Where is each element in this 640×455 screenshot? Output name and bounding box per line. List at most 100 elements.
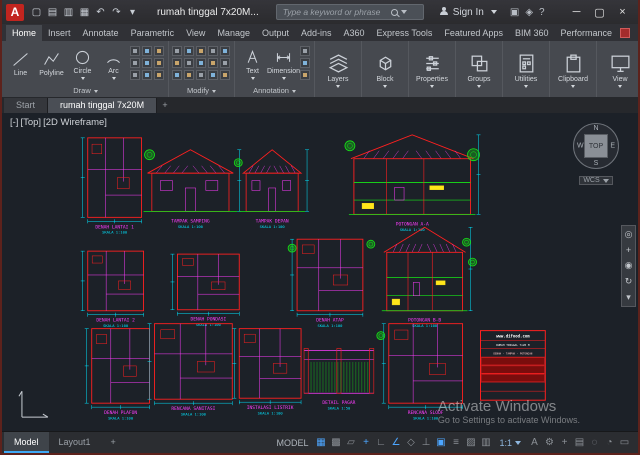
viewport-control-minimize[interactable]: [-] bbox=[10, 117, 18, 128]
drawing-tree[interactable] bbox=[367, 240, 375, 248]
layout-tab-[interactable]: + bbox=[101, 432, 126, 453]
statusbar-isometric-drafting[interactable]: ◇ bbox=[403, 437, 418, 448]
viewport-control-view[interactable]: [Top] bbox=[20, 117, 41, 128]
window-maximize-button[interactable]: ▢ bbox=[588, 3, 611, 21]
ribbon-tab-insert[interactable]: Insert bbox=[42, 25, 77, 41]
viewport-control-visual-style[interactable]: [2D Wireframe] bbox=[43, 117, 107, 128]
compass-south-label[interactable]: S bbox=[594, 160, 599, 167]
ribbon-tab-featured-apps[interactable]: Featured Apps bbox=[438, 25, 509, 41]
panel-label-draw[interactable]: Draw bbox=[6, 85, 165, 97]
qat-open-button[interactable]: ▤ bbox=[45, 4, 60, 20]
small-tool[interactable] bbox=[220, 70, 230, 80]
ribbon-tab-performance[interactable]: Performance bbox=[554, 25, 618, 41]
small-tool[interactable] bbox=[220, 58, 230, 68]
drawing-tree[interactable] bbox=[468, 149, 480, 161]
drawing-tree[interactable] bbox=[377, 332, 385, 340]
small-tool[interactable] bbox=[300, 58, 310, 68]
small-tool[interactable] bbox=[130, 46, 140, 56]
statusbar-snap-mode[interactable]: ▩ bbox=[328, 437, 343, 448]
ribbon-tab-output[interactable]: Output bbox=[256, 25, 295, 41]
ribbon-button-block[interactable]: Block bbox=[365, 51, 405, 88]
ribbon-button-polyline[interactable]: Polyline bbox=[37, 49, 66, 78]
ribbon-button-clipboard[interactable]: Clipboard bbox=[553, 51, 593, 88]
ribbon-button-arc[interactable]: Arc bbox=[99, 47, 128, 80]
small-tool[interactable] bbox=[196, 46, 206, 56]
statusbar-infer-constraints[interactable]: ▱ bbox=[343, 437, 358, 448]
statusbar-lineweight[interactable]: ≡ bbox=[448, 437, 463, 448]
drawing-cluster-plan[interactable]: DENAH PONDASISKALA 1:100 bbox=[170, 254, 239, 327]
layout-tab-model[interactable]: Model bbox=[4, 432, 49, 453]
small-tool[interactable] bbox=[154, 58, 164, 68]
ribbon-tab-add-ins[interactable]: Add-ins bbox=[295, 25, 338, 41]
search-icon[interactable] bbox=[391, 9, 398, 16]
small-tool[interactable] bbox=[208, 70, 218, 80]
ribbon-tab-express-tools[interactable]: Express Tools bbox=[371, 25, 439, 41]
small-tool[interactable] bbox=[154, 46, 164, 56]
statusbar-quick-properties[interactable]: ▤ bbox=[572, 437, 587, 448]
drawing-title-block[interactable]: www.difood.comRUMAH TINGGAL 7x20 MDENAH … bbox=[480, 331, 545, 401]
small-tool[interactable] bbox=[142, 70, 152, 80]
drawing-tree[interactable] bbox=[345, 141, 355, 151]
stay-connected-icon[interactable]: ◈ bbox=[525, 7, 533, 18]
ribbon-button-text[interactable]: Text bbox=[238, 47, 267, 80]
search-input[interactable] bbox=[281, 6, 389, 18]
drawing-cluster-plan[interactable]: RENCANA SLOOFSKALA 1:100 bbox=[382, 324, 463, 421]
drawing-tree[interactable] bbox=[234, 159, 242, 167]
file-tab-start[interactable]: Start bbox=[4, 98, 48, 113]
small-tool[interactable] bbox=[142, 58, 152, 68]
window-close-button[interactable]: × bbox=[611, 3, 634, 21]
small-tool[interactable] bbox=[130, 70, 140, 80]
model-space-button[interactable]: MODEL bbox=[276, 438, 308, 448]
ribbon-tab-home[interactable]: Home bbox=[6, 25, 42, 41]
viewcube-compass[interactable]: N E S W TOP bbox=[573, 123, 619, 169]
ribbon-tab-a360[interactable]: A360 bbox=[338, 25, 371, 41]
compass-east-label[interactable]: E bbox=[610, 143, 615, 150]
viewcube-top-face[interactable]: TOP bbox=[584, 134, 608, 158]
drawing-tree[interactable] bbox=[145, 150, 155, 160]
search-dropdown-icon[interactable] bbox=[401, 10, 407, 14]
drawing-tree[interactable] bbox=[469, 258, 477, 266]
statusbar-ortho-mode[interactable]: ∟ bbox=[373, 437, 388, 448]
statusbar-annotation-monitor[interactable]: + bbox=[557, 437, 572, 448]
small-tool[interactable] bbox=[130, 58, 140, 68]
file-tab-rumah-tinggal-7x20m[interactable]: rumah tinggal 7x20M bbox=[48, 98, 157, 113]
new-drawing-tab-button[interactable]: + bbox=[157, 98, 173, 113]
application-menu-button[interactable]: A bbox=[6, 4, 24, 21]
small-tool[interactable] bbox=[184, 70, 194, 80]
small-tool[interactable] bbox=[172, 58, 182, 68]
drawing-tree[interactable] bbox=[288, 244, 296, 252]
statusbar-workspace-switching[interactable]: ⚙ bbox=[542, 437, 557, 448]
qat-redo-button[interactable]: ↷ bbox=[109, 4, 124, 20]
drawing-cluster-plan[interactable]: DENAH LANTAI 2SKALA 1:100 bbox=[81, 251, 144, 328]
ribbon-button-utilities[interactable]: Utilities bbox=[506, 51, 546, 88]
statusbar-clean-screen[interactable]: ▭ bbox=[617, 437, 632, 448]
small-tool[interactable] bbox=[154, 70, 164, 80]
statusbar-annotation-visibility[interactable]: A bbox=[527, 437, 542, 448]
ribbon-button-layers[interactable]: Layers bbox=[318, 51, 358, 88]
orbit-icon[interactable]: ↻ bbox=[625, 276, 633, 287]
qat-plot-button[interactable]: ▦ bbox=[77, 4, 92, 20]
panel-label-modify[interactable]: Modify bbox=[172, 85, 231, 97]
drawing-canvas[interactable]: DENAH LANTAI 1SKALA 1:100TAMPAK SAMPINGS… bbox=[2, 113, 638, 431]
statusbar-object-snap[interactable]: ▣ bbox=[433, 437, 448, 448]
ribbon-button-dimension[interactable]: Dimension bbox=[269, 47, 298, 80]
drawing-cluster-plan[interactable]: INSTALASI LISTRIKSKALA 1:100 bbox=[232, 329, 301, 416]
small-tool[interactable] bbox=[172, 70, 182, 80]
small-tool[interactable] bbox=[220, 46, 230, 56]
annotation-scale-button[interactable]: 1:1 bbox=[499, 438, 521, 448]
compass-west-label[interactable]: W bbox=[577, 143, 584, 150]
small-tool[interactable] bbox=[196, 58, 206, 68]
statusbar-grid-display[interactable]: ▦ bbox=[313, 437, 328, 448]
drawing-cluster-plan[interactable]: DENAH ATAPSKALA 1:100 bbox=[290, 239, 363, 328]
drawing-cluster-plan[interactable]: RENCANA SANITASISKALA 1:100 bbox=[148, 324, 233, 417]
compass-north-label[interactable]: N bbox=[593, 125, 598, 132]
drawing-cluster-plan[interactable]: DENAH LANTAI 1SKALA 1:100 bbox=[81, 138, 142, 235]
ribbon-button-line[interactable]: Line bbox=[6, 49, 35, 78]
small-tool[interactable] bbox=[300, 46, 310, 56]
ribbon-button-properties[interactable]: Properties bbox=[412, 51, 452, 88]
small-tool[interactable] bbox=[208, 46, 218, 56]
small-tool[interactable] bbox=[300, 70, 310, 80]
statusbar-dynamic-input[interactable]: + bbox=[358, 437, 373, 448]
ribbon-button-groups[interactable]: Groups bbox=[459, 51, 499, 88]
performance-record-icon[interactable] bbox=[620, 28, 630, 38]
